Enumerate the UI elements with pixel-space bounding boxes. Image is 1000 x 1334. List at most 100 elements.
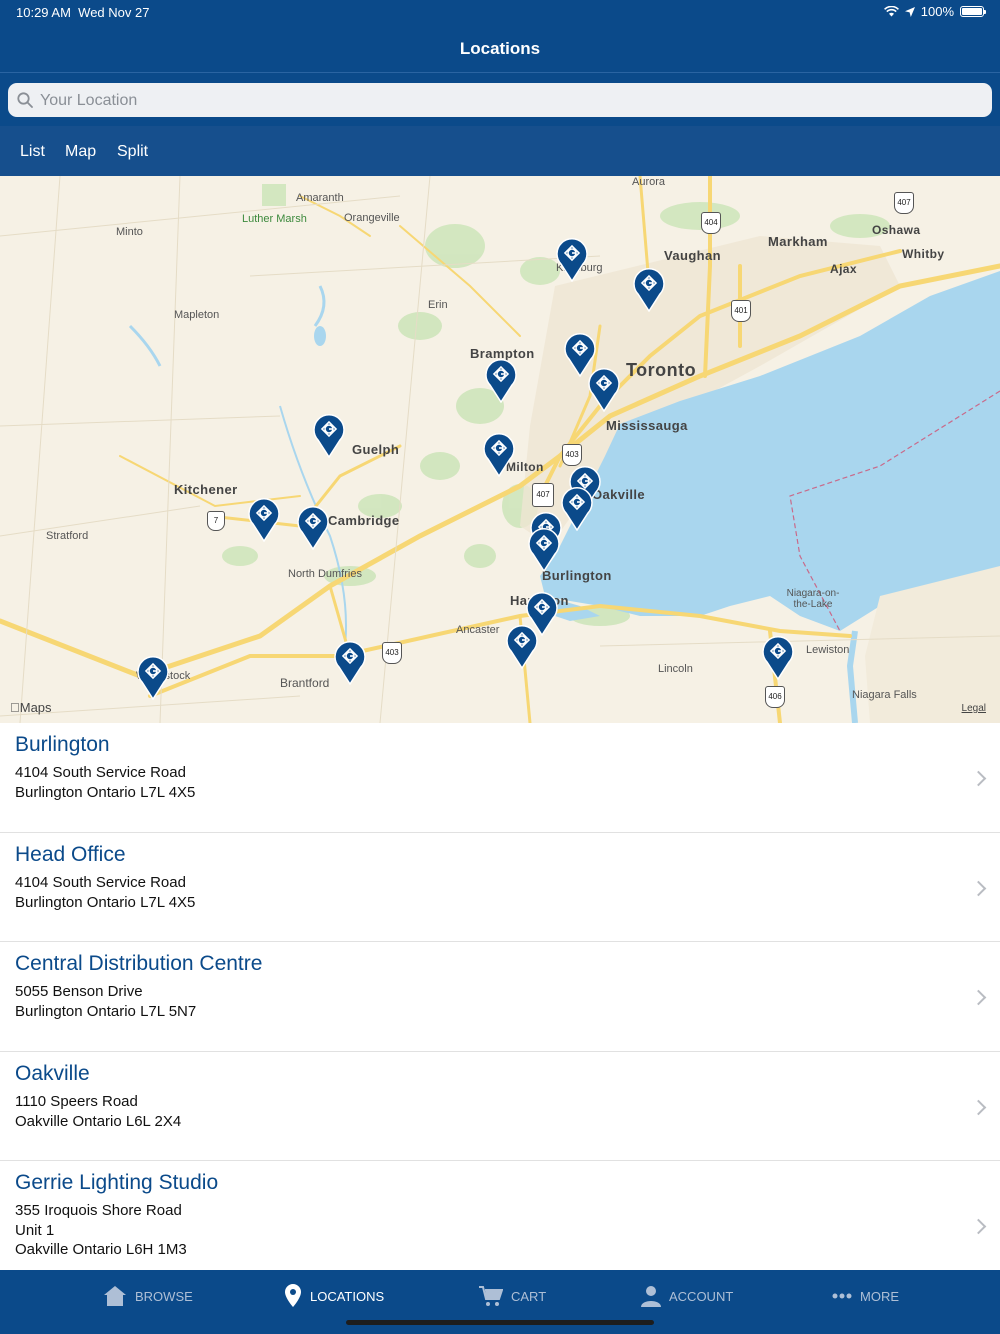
map-label-ajax: Ajax	[830, 262, 857, 276]
location-pin-icon	[285, 1284, 301, 1307]
map-label-guelph: Guelph	[352, 442, 400, 457]
map-legal-link[interactable]: Legal	[962, 703, 986, 714]
map-label-stratford: Stratford	[46, 530, 89, 542]
battery-icon	[960, 6, 986, 17]
apple-maps-logo: Maps	[10, 700, 52, 715]
segment-split[interactable]: Split	[117, 143, 148, 161]
location-pin-icon[interactable]	[313, 412, 345, 459]
tab-locations[interactable]: LOCATIONS	[284, 1270, 384, 1322]
location-row-head-office[interactable]: Head Office 4104 South Service Road Burl…	[0, 833, 1000, 942]
map-label-north-dumfries: North Dumfries	[288, 568, 362, 580]
status-time: 10:29 AM Wed Nov 27	[16, 5, 150, 20]
location-pin-icon[interactable]	[762, 634, 794, 681]
location-address-line: 355 Iroquois Shore Road	[15, 1202, 182, 1219]
search-box[interactable]	[8, 83, 992, 119]
location-address-line: 4104 South Service Road	[15, 764, 186, 781]
location-row-oakville[interactable]: Oakville 1110 Speers Road Oakville Ontar…	[0, 1052, 1000, 1161]
location-pin-icon[interactable]	[561, 485, 593, 532]
map-view[interactable]: Aurora Amaranth Orangeville Luther Marsh…	[0, 176, 1000, 723]
search-input[interactable]	[38, 83, 982, 119]
tab-label: ACCOUNT	[669, 1288, 734, 1304]
map-label-mississauga: Mississauga	[606, 418, 688, 433]
map-label-amaranth: Amaranth	[296, 192, 344, 204]
location-pin-icon[interactable]	[483, 431, 515, 478]
page-title: Locations	[459, 39, 541, 58]
chevron-right-icon	[970, 770, 987, 787]
map-label-ancaster: Ancaster	[456, 624, 500, 636]
map-label-luther-marsh: Luther Marsh	[242, 213, 307, 225]
tab-label: BROWSE	[135, 1288, 193, 1304]
house-icon	[104, 1286, 126, 1306]
map-label-cambridge: Cambridge	[328, 513, 400, 528]
location-pin-icon[interactable]	[137, 654, 169, 701]
location-pin-icon[interactable]	[506, 623, 538, 670]
location-pin-icon[interactable]	[633, 266, 665, 313]
segment-map[interactable]: Map	[65, 143, 96, 161]
chevron-right-icon	[970, 880, 987, 897]
map-label-vaughan: Vaughan	[664, 248, 721, 263]
map-label-minto: Minto	[116, 226, 143, 238]
location-list: Burlington 4104 South Service Road Burli…	[0, 723, 1000, 1270]
highway-shield-401: 401	[731, 300, 751, 322]
status-bar: 10:29 AM Wed Nov 27 100%	[0, 0, 1000, 26]
tab-label: MORE	[860, 1288, 899, 1304]
location-row-burlington[interactable]: Burlington 4104 South Service Road Burli…	[0, 723, 1000, 833]
location-pin-icon[interactable]	[334, 639, 366, 686]
highway-shield-406: 406	[765, 686, 785, 708]
map-label-lincoln: Lincoln	[658, 663, 693, 675]
location-name: Central Distribution Centre	[15, 952, 263, 975]
location-name: Gerrie Lighting Studio	[15, 1171, 219, 1194]
chevron-right-icon	[970, 989, 987, 1006]
location-address-line: Oakville Ontario L6L 2X4	[15, 1113, 182, 1130]
location-pin-icon[interactable]	[297, 504, 329, 551]
tab-more[interactable]: MORE	[832, 1270, 899, 1322]
map-label-niagara-falls: Niagara Falls	[852, 689, 917, 701]
map-label-oshawa: Oshawa	[872, 223, 921, 237]
location-arrow-icon	[904, 6, 915, 17]
search-area	[0, 72, 1000, 126]
map-label-whitby: Whitby	[902, 247, 945, 261]
map-label-markham: Markham	[768, 234, 828, 249]
highway-shield-403-south: 403	[382, 642, 402, 664]
highway-shield-407-east: 407	[894, 192, 914, 214]
ellipsis-icon	[832, 1293, 852, 1299]
tab-label: LOCATIONS	[310, 1288, 385, 1304]
home-indicator	[346, 1320, 654, 1325]
tab-account[interactable]: ACCOUNT	[641, 1270, 733, 1322]
map-label-aurora: Aurora	[632, 176, 666, 188]
battery-percent: 100%	[920, 4, 954, 19]
segment-list[interactable]: List	[20, 143, 45, 161]
location-address-line: Oakville Ontario L6H 1M3	[15, 1241, 187, 1258]
tab-label: CART	[511, 1288, 547, 1304]
status-right: 100%	[883, 4, 986, 19]
map-label-brantford: Brantford	[280, 676, 330, 690]
chevron-right-icon	[970, 1218, 987, 1235]
search-icon	[17, 92, 33, 108]
wifi-icon	[883, 6, 899, 17]
highway-shield-403-north: 403	[562, 444, 582, 466]
view-mode-bar: List Map Split	[0, 126, 1000, 176]
location-address-line: Burlington Ontario L7L 5N7	[15, 1003, 197, 1020]
location-pin-icon[interactable]	[588, 366, 620, 413]
location-pin-icon[interactable]	[556, 236, 588, 283]
nav-bar: Locations	[0, 26, 1000, 72]
location-pin-icon[interactable]	[528, 526, 560, 573]
location-name: Burlington	[15, 733, 110, 756]
cart-icon	[479, 1286, 503, 1306]
location-row-gerrie-lighting-studio[interactable]: Gerrie Lighting Studio 355 Iroquois Shor…	[0, 1161, 1000, 1270]
location-address-line: 4104 South Service Road	[15, 874, 186, 891]
map-label-orangeville: Orangeville	[344, 212, 400, 224]
map-label-niagara-on-the-lake: Niagara-on-the-Lake	[786, 588, 840, 610]
location-pin-icon[interactable]	[485, 357, 517, 404]
map-label-kitchener: Kitchener	[174, 482, 238, 497]
location-address-line: Unit 1	[15, 1222, 55, 1239]
highway-shield-7: 7	[207, 511, 225, 531]
location-address-line: 1110 Speers Road	[15, 1093, 138, 1110]
map-label-erin: Erin	[428, 299, 448, 311]
chevron-right-icon	[970, 1099, 987, 1116]
location-pin-icon[interactable]	[248, 496, 280, 543]
tab-cart[interactable]: CART	[479, 1270, 546, 1322]
map-label-lewiston: Lewiston	[806, 644, 850, 656]
location-row-central-distribution-centre[interactable]: Central Distribution Centre 5055 Benson …	[0, 942, 1000, 1052]
tab-browse[interactable]: BROWSE	[103, 1270, 193, 1322]
